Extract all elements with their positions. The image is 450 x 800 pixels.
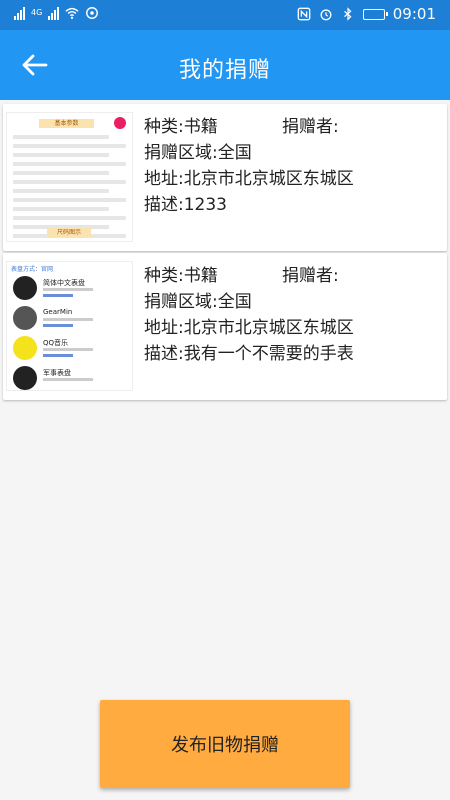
address-label: 地址: xyxy=(144,169,184,189)
spec-lines xyxy=(13,135,126,241)
status-left: 4G xyxy=(14,6,99,20)
row-region: 捐赠区域: 全国 xyxy=(144,289,439,315)
row-desc: 描述: 我有一个不需要的手表 xyxy=(144,341,439,367)
donor-label: 捐赠者: xyxy=(282,117,339,137)
watch-face-icon xyxy=(13,306,37,330)
thumb-list-item: 简体中文表盘 xyxy=(11,276,130,302)
row-category: 种类:书籍 捐赠者: xyxy=(144,114,439,140)
watch-face-icon xyxy=(13,366,37,390)
thumb-header: 表盘方式：官网 xyxy=(11,266,54,273)
donation-thumbnail: 表盘方式：官网 简体中文表盘 GearMin QQ音乐 军事表盘 xyxy=(6,261,133,391)
clock: 09:01 xyxy=(392,5,436,23)
donation-thumbnail: 基本参数 尺码图示 xyxy=(6,112,133,242)
thumb-footer: 尺码图示 xyxy=(47,228,91,237)
thumb-list-item: GearMin xyxy=(11,306,130,332)
donation-card[interactable]: 表盘方式：官网 简体中文表盘 GearMin QQ音乐 军事表盘 种类:书籍 捐… xyxy=(3,253,447,400)
region-value: 全国 xyxy=(217,143,252,163)
desc-label: 描述: xyxy=(144,195,184,215)
row-address: 地址: 北京市北京城区东城区 xyxy=(144,166,439,192)
category-value: 书籍 xyxy=(183,266,218,286)
category-label: 种类: xyxy=(144,117,184,137)
row-region: 捐赠区域: 全国 xyxy=(144,140,439,166)
page-title: 我的捐赠 xyxy=(178,58,271,83)
music-app-icon xyxy=(13,336,37,360)
desc-value: 1233 xyxy=(183,195,227,215)
app-bar: 我的捐赠 xyxy=(0,30,450,100)
thumb-list-item: QQ音乐 xyxy=(11,336,130,362)
watch-face-icon xyxy=(13,276,37,300)
bluetooth-icon xyxy=(343,7,352,21)
region-label: 捐赠区域: xyxy=(144,292,218,312)
data-saver-icon xyxy=(86,7,99,19)
donation-card[interactable]: 基本参数 尺码图示 种类:书籍 捐赠者: 捐赠区域: 全国 地址: 北京市北京城区东… xyxy=(3,104,447,251)
donor-label: 捐赠者: xyxy=(282,266,339,286)
network-type: 4G xyxy=(31,8,43,17)
address-label: 地址: xyxy=(144,318,184,338)
thumb-list-item: 军事表盘 xyxy=(11,366,130,390)
signal-icon-2 xyxy=(48,6,60,20)
wifi-icon xyxy=(65,7,79,19)
desc-value: 我有一个不需要的手表 xyxy=(183,344,354,364)
region-label: 捐赠区域: xyxy=(144,143,218,163)
brand-logo-icon xyxy=(114,117,126,129)
status-right: 09:01 xyxy=(297,5,436,23)
donation-details: 种类:书籍 捐赠者: 捐赠区域: 全国 地址: 北京市北京城区东城区 描述: 1233 xyxy=(144,114,439,218)
publish-donation-button[interactable]: 发布旧物捐赠 xyxy=(100,700,350,788)
alarm-icon xyxy=(320,9,332,21)
thumb-title: 基本参数 xyxy=(39,119,94,128)
signal-icon xyxy=(14,6,25,20)
region-value: 全国 xyxy=(217,292,252,312)
row-desc: 描述: 1233 xyxy=(144,192,439,218)
row-category: 种类:书籍 捐赠者: xyxy=(144,263,439,289)
address-value: 北京市北京城区东城区 xyxy=(183,169,354,189)
status-bar: 4G 09:01 xyxy=(0,0,450,30)
row-address: 地址: 北京市北京城区东城区 xyxy=(144,315,439,341)
address-value: 北京市北京城区东城区 xyxy=(183,318,354,338)
donation-details: 种类:书籍 捐赠者: 捐赠区域: 全国 地址: 北京市北京城区东城区 描述: 我有一个… xyxy=(144,263,439,367)
category-value: 书籍 xyxy=(183,117,218,137)
category-label: 种类: xyxy=(144,266,184,286)
nfc-icon xyxy=(297,7,311,21)
desc-label: 描述: xyxy=(144,344,184,364)
battery-icon xyxy=(362,8,388,20)
